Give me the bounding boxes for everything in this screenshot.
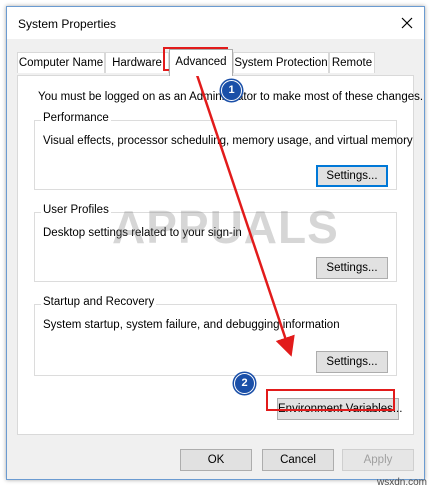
tab-strip: Computer Name Hardware Advanced System P… bbox=[17, 49, 414, 76]
performance-group: Performance Visual effects, processor sc… bbox=[34, 112, 413, 190]
startup-recovery-title: Startup and Recovery bbox=[41, 296, 157, 308]
user-profiles-settings-button[interactable]: Settings... bbox=[316, 257, 388, 279]
startup-recovery-settings-button[interactable]: Settings... bbox=[316, 351, 388, 373]
performance-title: Performance bbox=[41, 112, 111, 124]
advanced-tab-panel: You must be logged on as an Administrato… bbox=[17, 75, 423, 435]
cancel-button[interactable]: Cancel bbox=[262, 449, 334, 471]
watermark-logo: APPUALS bbox=[112, 201, 339, 253]
user-profiles-title: User Profiles bbox=[41, 204, 111, 216]
startup-recovery-group: Startup and Recovery System startup, sys… bbox=[34, 296, 397, 376]
apply-button[interactable]: Apply bbox=[342, 449, 414, 471]
tab-hardware[interactable]: Hardware bbox=[105, 52, 169, 73]
site-watermark: wsxdn.com bbox=[376, 477, 427, 488]
startup-recovery-description: System startup, system failure, and debu… bbox=[43, 319, 340, 331]
close-button[interactable] bbox=[390, 7, 424, 39]
window-title: System Properties bbox=[18, 17, 117, 31]
environment-variables-button[interactable]: Environment Variables... bbox=[277, 398, 402, 420]
step-2-badge: 2 bbox=[234, 373, 255, 394]
close-icon bbox=[401, 17, 413, 29]
performance-description: Visual effects, processor scheduling, me… bbox=[43, 135, 413, 147]
performance-settings-button[interactable]: Settings... bbox=[316, 165, 388, 187]
tab-computer-name[interactable]: Computer Name bbox=[17, 52, 105, 73]
tab-advanced[interactable]: Advanced bbox=[169, 49, 233, 76]
tab-remote[interactable]: Remote bbox=[329, 52, 375, 73]
step-1-badge: 1 bbox=[221, 80, 242, 101]
tab-system-protection[interactable]: System Protection bbox=[233, 52, 329, 73]
title-bar: System Properties bbox=[7, 7, 424, 39]
ok-button[interactable]: OK bbox=[180, 449, 252, 471]
